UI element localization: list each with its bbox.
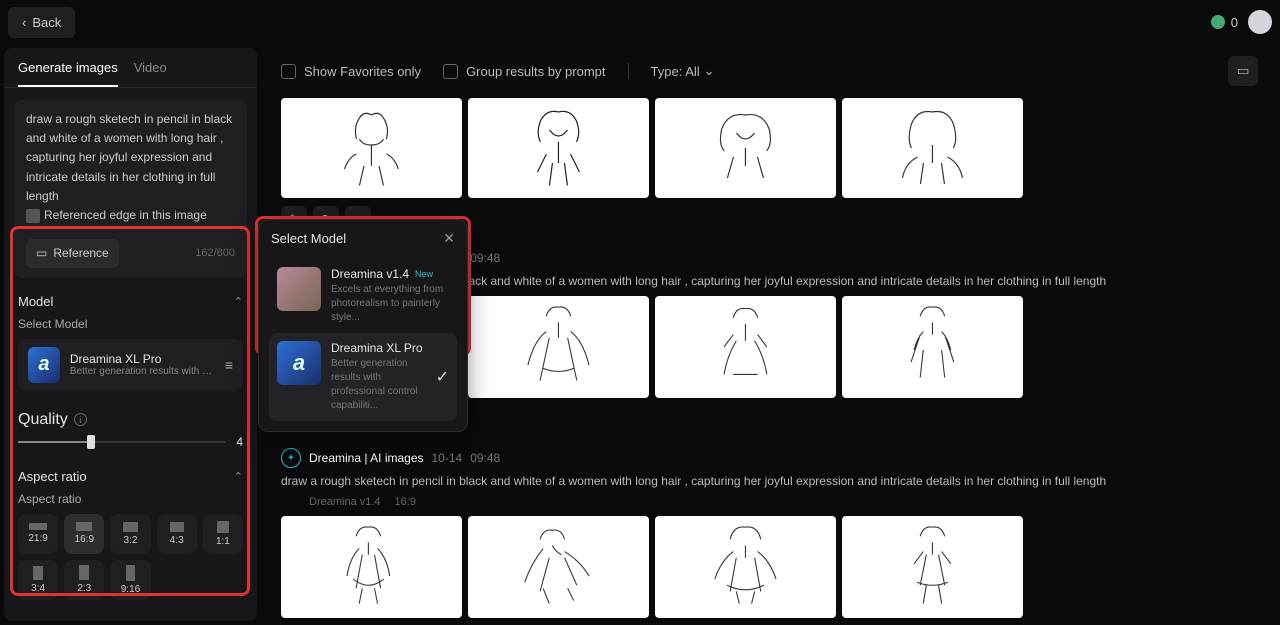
gen-time: 09:48 [470, 451, 500, 465]
library-button[interactable]: ▭ [1228, 56, 1258, 86]
meta-model: Dreamina v1.4 [309, 496, 381, 508]
chevron-up-icon[interactable]: ⌃ [234, 470, 243, 483]
ref-edge-label: Referenced edge in this image [44, 206, 207, 225]
tab-generate-images[interactable]: Generate images [18, 60, 118, 87]
image-icon: ▭ [36, 244, 47, 263]
aspect-section-title: Aspect ratio [18, 469, 87, 484]
back-label: Back [32, 15, 61, 30]
gen-date: 10-14 [432, 451, 463, 465]
result-image[interactable] [468, 296, 649, 398]
model-thumb-icon [277, 267, 321, 311]
ratio-16-9[interactable]: 16:9 [64, 514, 104, 554]
aspect-ratio-label: Aspect ratio [18, 492, 243, 506]
ratio-2-3[interactable]: 2:3 [64, 560, 104, 600]
ratio-9-16[interactable]: 9:16 [110, 560, 150, 600]
divider [628, 63, 629, 79]
gen-prompt: draw a rough sketech in pencil in black … [281, 474, 1268, 488]
model-option-name: Dreamina XL Pro [331, 341, 426, 355]
result-image[interactable] [655, 296, 836, 398]
type-label: Type: All [651, 64, 700, 79]
gen-time: 09:48 [470, 251, 500, 265]
quality-value: 4 [236, 435, 243, 449]
new-badge: New [415, 269, 433, 279]
model-option-xlpro[interactable]: a Dreamina XL Pro Better generation resu… [269, 333, 457, 421]
result-image[interactable] [281, 98, 462, 198]
credits-display[interactable]: 0 [1211, 15, 1238, 30]
credits-value: 0 [1231, 15, 1238, 30]
checkbox-icon [281, 64, 296, 79]
check-icon: ✓ [436, 367, 449, 387]
ratio-3-4[interactable]: 3:4 [18, 560, 58, 600]
popover-title: Select Model [271, 231, 346, 246]
back-button[interactable]: ‹ Back [8, 7, 75, 38]
ratio-1-1[interactable]: 1:1 [203, 514, 243, 554]
avatar[interactable] [1248, 10, 1272, 34]
result-image[interactable] [468, 98, 649, 198]
quality-label: Quality [18, 411, 68, 429]
favorites-label: Show Favorites only [304, 64, 421, 79]
ratio-4-3[interactable]: 4:3 [157, 514, 197, 554]
meta-ratio: 16:9 [395, 496, 416, 508]
model-popover: Select Model ✕ Dreamina v1.4 New Excels … [258, 219, 468, 432]
model-section-title: Model [18, 294, 53, 309]
chevron-left-icon: ‹ [22, 15, 26, 30]
gen-badge-icon [281, 448, 301, 468]
result-image[interactable] [842, 296, 1023, 398]
favorites-toggle[interactable]: Show Favorites only [281, 64, 421, 79]
model-selector[interactable]: a Dreamina XL Pro Better generation resu… [18, 339, 243, 391]
char-counter: 162/800 [195, 245, 235, 263]
select-model-label: Select Model [18, 317, 243, 331]
tab-video[interactable]: Video [134, 60, 167, 87]
reference-thumb-icon [26, 209, 40, 223]
sliders-icon[interactable]: ≡ [225, 357, 233, 373]
result-image[interactable] [468, 516, 649, 618]
chevron-up-icon[interactable]: ⌃ [234, 295, 243, 308]
type-filter[interactable]: Type: All ⌄ [651, 63, 715, 79]
reference-button[interactable]: ▭ Reference [26, 239, 119, 268]
gen-name: Dreamina | AI images [309, 451, 424, 465]
ratio-21-9[interactable]: 21:9 [18, 514, 58, 554]
close-button[interactable]: ✕ [443, 230, 455, 247]
checkbox-icon [443, 64, 458, 79]
prompt-input[interactable]: draw a rough sketech in pencil in black … [14, 100, 247, 278]
reference-label: Reference [53, 244, 108, 263]
model-desc: Better generation results with profes... [70, 366, 215, 377]
model-thumb-icon: a [277, 341, 321, 385]
result-image[interactable] [281, 516, 462, 618]
sidebar: Generate images Video draw a rough skete… [4, 48, 257, 621]
prompt-text: draw a rough sketech in pencil in black … [26, 112, 232, 203]
model-option-desc: Excels at everything from photorealism t… [331, 283, 449, 325]
slider-thumb[interactable] [87, 435, 95, 449]
model-option-name: Dreamina v1.4 [331, 267, 409, 281]
model-option-desc: Better generation results with professio… [331, 357, 426, 413]
coin-icon [1211, 15, 1225, 29]
model-thumb-icon: a [28, 347, 60, 383]
info-icon[interactable]: i [74, 413, 87, 426]
result-image[interactable] [655, 98, 836, 198]
ratio-3-2[interactable]: 3:2 [110, 514, 150, 554]
group-toggle[interactable]: Group results by prompt [443, 64, 605, 79]
result-image[interactable] [842, 516, 1023, 618]
result-image[interactable] [842, 98, 1023, 198]
group-label: Group results by prompt [466, 64, 605, 79]
model-name: Dreamina XL Pro [70, 352, 215, 366]
chevron-down-icon: ⌄ [704, 63, 715, 79]
quality-slider[interactable] [18, 441, 226, 443]
model-option-v14[interactable]: Dreamina v1.4 New Excels at everything f… [269, 259, 457, 333]
result-image[interactable] [655, 516, 836, 618]
